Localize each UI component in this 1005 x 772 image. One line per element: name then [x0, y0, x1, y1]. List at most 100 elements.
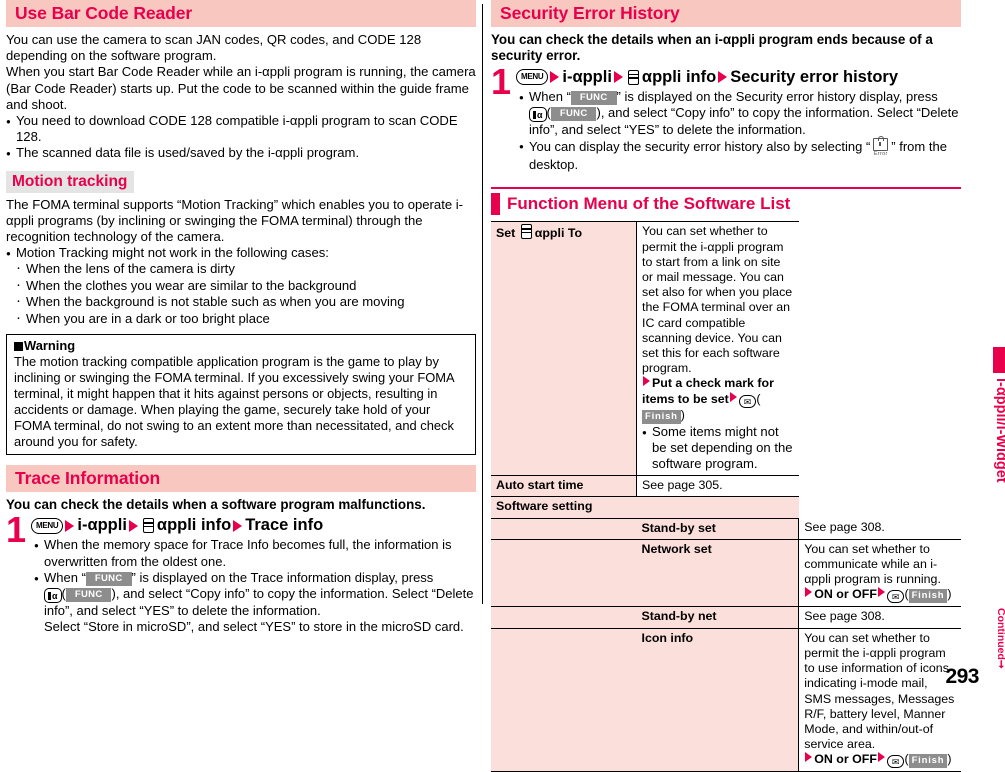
- note-mid: ” is displayed on the Security error his…: [616, 88, 938, 104]
- list-item: When “FUNC” is displayed on the Security…: [519, 88, 961, 106]
- paragraph: The FOMA terminal supports “Motion Track…: [6, 196, 464, 245]
- arrow-right-icon: [233, 519, 243, 532]
- section-heading: Security Error History: [491, 0, 961, 27]
- finish-button[interactable]: Finish: [642, 409, 681, 424]
- row-desc-cell: You can set whether to communicate while…: [798, 539, 961, 608]
- side-tab-marker: [993, 347, 1005, 373]
- heading-rule: [491, 187, 961, 190]
- note-line-3: Select “Store in microSD”, and select “Y…: [44, 619, 464, 635]
- arrow-right-icon: [718, 71, 728, 84]
- table-row-group: Software setting: [491, 496, 961, 519]
- mail-key-icon[interactable]: ✉: [886, 590, 905, 604]
- arrow-right-icon: [550, 71, 560, 84]
- black-square-icon: [14, 342, 23, 352]
- list-item: When the lens of the camera is dirty: [15, 260, 476, 277]
- row-label-cell: Set αppli To: [491, 221, 637, 477]
- document-page: Use Bar Code Reader You can use the came…: [0, 0, 1005, 772]
- indent-spacer: [491, 539, 637, 608]
- desc-paragraph: You can set whether to permit the i-αppl…: [642, 224, 793, 376]
- note-prefix: When “: [44, 569, 86, 585]
- table-row: Stand-by net See page 308.: [491, 606, 961, 629]
- finish-button[interactable]: Finish: [908, 589, 948, 604]
- key-label: αppli info: [156, 516, 232, 535]
- row-label-cell: Stand-by net: [636, 606, 800, 629]
- mail-key-icon[interactable]: ✉: [738, 394, 757, 408]
- row-label-cell: Icon info: [636, 628, 800, 772]
- action-label: ON or OFF: [814, 752, 877, 767]
- step-body: When the memory space for Trace Info bec…: [31, 537, 476, 635]
- step-number: 1: [6, 509, 27, 551]
- list-item: You can display the security error histo…: [519, 135, 961, 173]
- imode-key-icon[interactable]: α: [529, 107, 547, 123]
- bullet-list: When “FUNC” is displayed on the Security…: [519, 88, 961, 106]
- action-label: ON or OFF: [814, 587, 877, 602]
- imode-key-icon[interactable]: α: [44, 588, 62, 604]
- list-item: When “FUNC” is displayed on the Trace in…: [34, 569, 476, 587]
- desc-action: Put a check mark for items to be set ✉ (Fi…: [642, 376, 774, 424]
- section-heading-block: Function Menu of the Software List: [491, 184, 961, 216]
- indent-spacer: [491, 518, 637, 540]
- bullet-list: When the memory space for Trace Info bec…: [34, 537, 476, 587]
- security-error-desktop-icon[interactable]: Error: [873, 135, 889, 157]
- menu-key-icon[interactable]: MENU: [516, 69, 549, 86]
- heading-tab: [491, 193, 500, 216]
- arrow-right-icon: [805, 752, 813, 763]
- list-item: Some items might not be set depending on…: [642, 424, 794, 473]
- menu-key-icon[interactable]: MENU: [31, 517, 64, 534]
- note-line-2: α(FUNC), and select “Copy info” to copy …: [519, 105, 961, 138]
- phone-key-icon: [627, 69, 639, 85]
- table-row: Icon info You can set whether to permit …: [491, 628, 961, 772]
- phone-key-icon: [520, 224, 532, 240]
- group-label: Software setting: [491, 496, 799, 519]
- list-item: When you are in a dark or too bright pla…: [15, 310, 476, 327]
- note-line-2: α(FUNC), and select “Copy info” to copy …: [34, 586, 476, 619]
- step-keysequence: MENU i-αppli αppli info Security error h…: [516, 67, 961, 88]
- func-button[interactable]: FUNC: [570, 90, 617, 105]
- row-desc-cell: You can set whether to permit the i-αppl…: [798, 628, 961, 772]
- row-desc-cell: See page 308.: [798, 606, 961, 629]
- desc-action: ON or OFF ✉(Finish): [804, 587, 956, 604]
- bullet-list: You need to download CODE 128 compatible…: [6, 113, 476, 163]
- arrow-right-icon: [128, 519, 138, 532]
- desc-paragraph: You can set whether to communicate while…: [804, 541, 941, 587]
- page-number: 293: [945, 665, 979, 688]
- sub-list: When the lens of the camera is dirty Whe…: [6, 260, 476, 327]
- table-row: Stand-by set See page 308.: [491, 518, 961, 540]
- bullet-list-2: You can display the security error histo…: [519, 135, 961, 173]
- key-label: i-αppli: [562, 67, 612, 86]
- phone-key-icon: [142, 518, 154, 534]
- key-label: αppli info: [641, 67, 717, 86]
- finish-button[interactable]: Finish: [908, 754, 948, 769]
- func-button[interactable]: FUNC: [550, 107, 597, 122]
- left-column: Use Bar Code Reader You can use the came…: [6, 0, 476, 635]
- step-1: 1 MENU i-αppli αppli info Trace info Whe…: [6, 509, 476, 635]
- mail-key-icon[interactable]: ✉: [886, 755, 905, 769]
- section-motion-tracking: Motion tracking The FOMA terminal suppor…: [6, 170, 476, 456]
- continued-label: Continued➞: [995, 608, 1005, 669]
- section-heading: Use Bar Code Reader: [6, 0, 476, 27]
- list-item: When the clothes you wear are similar to…: [15, 277, 476, 294]
- section-function-menu: Function Menu of the Software List Set α…: [491, 184, 961, 772]
- note-mid: ” is displayed on the Trace information …: [131, 569, 434, 585]
- row-label-suffix: αppli To: [534, 226, 583, 241]
- list-item: You need to download CODE 128 compatible…: [6, 113, 476, 145]
- func-button[interactable]: FUNC: [85, 571, 132, 586]
- func-button[interactable]: FUNC: [65, 588, 112, 603]
- paragraph: You can use the camera to scan JAN codes…: [6, 32, 422, 64]
- section-trace-information: Trace Information You can check the deta…: [6, 465, 476, 635]
- arrow-right-icon: [877, 752, 885, 763]
- arrow-right-icon: [805, 587, 813, 598]
- section-heading: Motion tracking: [6, 170, 135, 193]
- arrow-right-icon: [729, 391, 737, 402]
- function-menu-table: Set αppli To You can set whether to perm…: [491, 221, 961, 772]
- bullet-pre: You can display the security error histo…: [529, 139, 871, 155]
- note-prefix: When “: [529, 88, 571, 104]
- row-label-cell: Auto start time: [491, 475, 637, 498]
- section-use-bar-code-reader: Use Bar Code Reader You can use the came…: [6, 0, 476, 163]
- section-lead: You can check the details when an i-αppl…: [491, 32, 933, 64]
- row-label: Set: [496, 226, 516, 241]
- warning-title: Warning: [24, 338, 76, 354]
- row-label-cell: Stand-by set: [636, 518, 800, 540]
- desc-action: ON or OFF ✉(Finish): [804, 752, 956, 769]
- arrow-right-icon: [877, 587, 885, 598]
